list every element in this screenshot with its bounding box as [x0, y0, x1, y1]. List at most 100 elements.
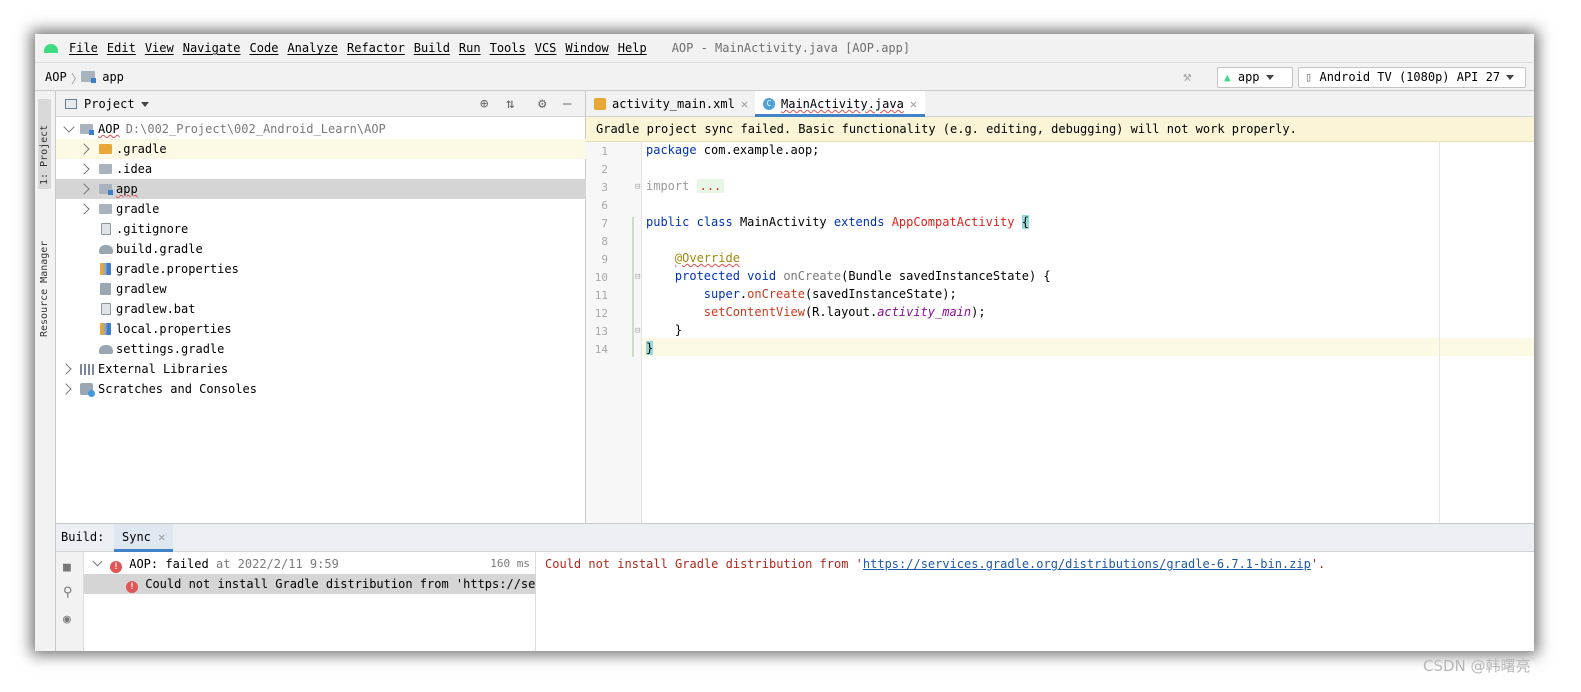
- menu-navigate[interactable]: Navigate: [183, 41, 241, 55]
- fold-icon[interactable]: ⊟: [635, 182, 640, 192]
- build-error-row[interactable]: ! Could not install Gradle distribution …: [84, 574, 536, 594]
- eye-icon[interactable]: ◉: [63, 612, 71, 627]
- pin-icon[interactable]: ⚲: [63, 585, 73, 600]
- tree-root-aop[interactable]: AOP D:\002_Project\002_Android_Learn\AOP: [56, 119, 586, 139]
- menu-help[interactable]: Help: [618, 41, 647, 55]
- menu-bar: File Edit View Navigate Code Analyze Ref…: [35, 34, 1534, 62]
- chevron-right-icon[interactable]: [78, 163, 90, 175]
- tree-item-settings-gradle[interactable]: settings.gradle: [56, 339, 586, 359]
- android-app-icon: ▲: [1224, 71, 1231, 84]
- menu-tools[interactable]: Tools: [490, 41, 526, 55]
- project-tool-tab[interactable]: 1: Project: [38, 99, 51, 189]
- build-results-tree: ! AOP: failed at 2022/2/11 9:59 160 ms !…: [84, 552, 536, 651]
- close-icon[interactable]: ✕: [910, 97, 917, 111]
- build-result-row[interactable]: ! AOP: failed at 2022/2/11 9:59 160 ms: [84, 554, 536, 574]
- make-project-hammer-icon[interactable]: ⚒: [1183, 69, 1191, 85]
- line-number: 11: [594, 289, 608, 302]
- code-line-13: }: [674, 323, 683, 337]
- line-number: 9: [601, 253, 608, 266]
- menu-file[interactable]: File: [69, 41, 98, 55]
- chevron-right-icon[interactable]: [78, 203, 90, 215]
- project-panel: Project ⊕ ⇅ ⚙ — AOP D:\002_Project\002_An…: [56, 91, 586, 523]
- chevron-down-icon: [1506, 75, 1515, 80]
- module-folder-icon: [99, 184, 113, 195]
- breadcrumb-project[interactable]: AOP: [45, 70, 67, 84]
- line-number: 14: [594, 343, 608, 356]
- tab-sync[interactable]: Sync ✕: [114, 524, 174, 552]
- locate-file-icon[interactable]: ⊕: [480, 96, 488, 112]
- menu-refactor[interactable]: Refactor: [347, 41, 405, 55]
- tree-item-idea[interactable]: .idea: [56, 159, 586, 179]
- line-number: 1: [601, 145, 608, 158]
- tree-item-build-gradle[interactable]: build.gradle: [56, 239, 586, 259]
- chevron-down-icon[interactable]: [92, 556, 103, 567]
- chevron-right-icon[interactable]: [78, 143, 90, 155]
- menu-code[interactable]: Code: [250, 41, 279, 55]
- folded-imports[interactable]: ...: [696, 179, 725, 193]
- stop-icon[interactable]: ■: [63, 560, 71, 575]
- sync-failed-banner: Gradle project sync failed. Basic functi…: [586, 117, 1534, 142]
- tree-item-gradle-dir[interactable]: .gradle: [56, 139, 586, 159]
- menu-build[interactable]: Build: [414, 41, 450, 55]
- tree-item-gitignore[interactable]: .gitignore: [56, 219, 586, 239]
- tree-item-scratches[interactable]: Scratches and Consoles: [56, 379, 586, 399]
- run-configuration-dropdown[interactable]: ▲ app: [1217, 67, 1293, 88]
- code-line-14: }: [646, 341, 654, 355]
- breadcrumb-module[interactable]: app: [81, 70, 124, 84]
- tree-item-app[interactable]: app: [56, 179, 586, 199]
- device-icon: ▯: [1305, 70, 1313, 84]
- editor-area: activity_main.xml ✕ C MainActivity.java ✕ …: [586, 91, 1534, 523]
- android-studio-logo-icon: [43, 42, 59, 54]
- navigation-bar: AOP 〉 app ⚒ ▲ app ▯ Android TV (1080p) A…: [35, 62, 1534, 91]
- menu-view[interactable]: View: [145, 41, 174, 55]
- module-folder-icon: [80, 124, 94, 135]
- line-number: 8: [601, 235, 608, 248]
- gradle-distribution-link[interactable]: https://services.gradle.org/distribution…: [863, 557, 1311, 571]
- resource-manager-tool-tab[interactable]: Resource Manager: [38, 211, 51, 341]
- chevron-right-icon[interactable]: [60, 383, 72, 395]
- chevron-right-icon[interactable]: [78, 183, 90, 195]
- tree-item-external-libraries[interactable]: External Libraries: [56, 359, 586, 379]
- collapse-all-icon[interactable]: ⇅: [506, 96, 514, 112]
- menu-run[interactable]: Run: [459, 41, 481, 55]
- root-project-name: AOP: [98, 122, 120, 136]
- fold-icon[interactable]: ⊟: [635, 272, 640, 282]
- line-number: 3: [601, 181, 608, 194]
- chevron-right-icon[interactable]: [60, 363, 72, 375]
- xml-file-icon: [594, 98, 606, 110]
- gradle-elephant-icon: [99, 245, 113, 254]
- tab-activity-main-xml[interactable]: activity_main.xml ✕: [586, 91, 756, 117]
- tab-main-activity-java[interactable]: C MainActivity.java ✕: [755, 91, 926, 117]
- properties-file-icon: [100, 323, 111, 335]
- close-icon[interactable]: ✕: [158, 530, 165, 544]
- line-number: 2: [601, 163, 608, 176]
- project-view-icon: [65, 99, 77, 109]
- build-label: Build:: [61, 530, 105, 544]
- chevron-down-icon[interactable]: [63, 121, 75, 133]
- device-selector-dropdown[interactable]: ▯ Android TV (1080p) API 27: [1298, 67, 1526, 88]
- ignore-file-icon: [101, 223, 111, 235]
- tree-item-gradlew-bat[interactable]: gradlew.bat: [56, 299, 586, 319]
- menu-vcs[interactable]: VCS: [535, 41, 557, 55]
- tree-item-gradle[interactable]: gradle: [56, 199, 586, 219]
- close-icon[interactable]: ✕: [741, 97, 748, 111]
- code-editor[interactable]: package com.example.aop; import ... publ…: [642, 142, 1534, 523]
- error-icon: !: [126, 581, 138, 593]
- chevron-down-icon: [1265, 75, 1274, 80]
- chevron-down-icon: [140, 102, 149, 107]
- menu-window[interactable]: Window: [565, 41, 608, 55]
- menu-edit[interactable]: Edit: [107, 41, 136, 55]
- watermark: CSDN @韩曙亮: [1423, 657, 1531, 675]
- hide-panel-icon[interactable]: —: [563, 96, 571, 112]
- tree-item-gradle-properties[interactable]: gradle.properties: [56, 259, 586, 279]
- menu-analyze[interactable]: Analyze: [287, 41, 338, 55]
- tree-item-gradlew[interactable]: gradlew: [56, 279, 586, 299]
- project-panel-header: Project ⊕ ⇅ ⚙ —: [56, 91, 585, 117]
- build-output-console[interactable]: Could not install Gradle distribution fr…: [545, 557, 1325, 571]
- build-tab-bar: Build: Sync ✕: [56, 524, 1534, 552]
- fold-icon[interactable]: ⊟: [635, 326, 640, 336]
- gear-icon[interactable]: ⚙: [538, 96, 546, 112]
- code-line-1: package com.example.aop;: [646, 143, 820, 157]
- tree-item-local-properties[interactable]: local.properties: [56, 319, 586, 339]
- project-view-selector[interactable]: Project: [84, 97, 149, 111]
